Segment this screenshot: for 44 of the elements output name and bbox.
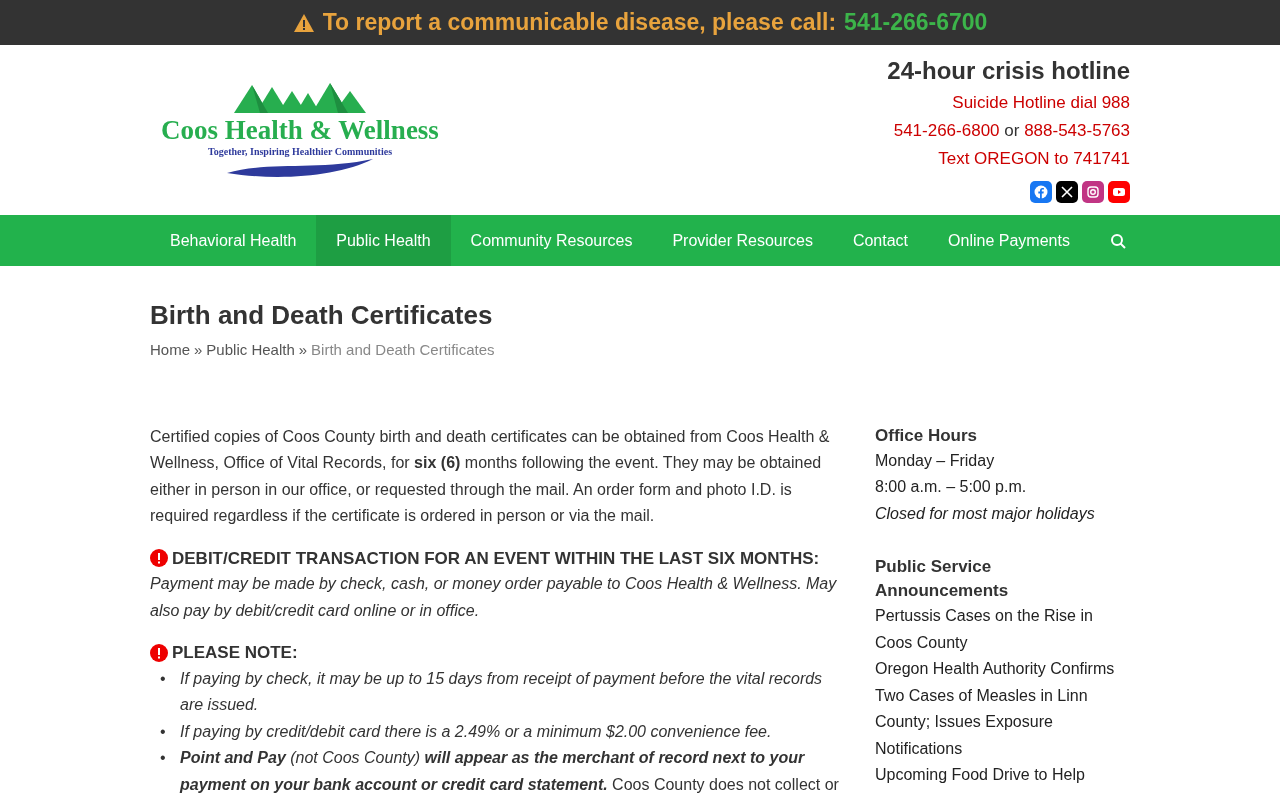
- exclamation-icon: [150, 643, 168, 662]
- logo-tagline: Together, Inspiring Healthier Communities: [207, 145, 393, 159]
- bullet-text: If paying by credit/debit card there is a 2.49% or a minimum $2.00 convenience fee.: [180, 721, 772, 742]
- sidebar-heading: Office Hours: [875, 424, 979, 447]
- bullet-marker: •: [160, 721, 167, 742]
- search-icon: [1109, 232, 1126, 249]
- breadcrumb-link[interactable]: Public Health: [206, 341, 295, 359]
- exclamation-icon: [150, 549, 168, 568]
- hotline-link[interactable]: Text OREGON to 741741: [938, 149, 1130, 168]
- logo-name: Coos Health & Wellness: [161, 117, 439, 144]
- hotline-text: or: [1003, 121, 1021, 140]
- youtube-icon[interactable]: [1108, 181, 1130, 203]
- alert-text: To report a communicable disease, please call:: [322, 8, 837, 38]
- bullet-marker: •: [160, 748, 167, 769]
- hotline-link[interactable]: Suicide Hotline dial 988: [952, 93, 1130, 112]
- phone-link[interactable]: 541-266-6700: [844, 5, 988, 40]
- office-hours-text: 8:00 a.m. – 5:00 p.m.: [875, 477, 1028, 498]
- notice-heading: PLEASE NOTE:: [172, 642, 298, 665]
- sidebar-heading: Public Service Announcements: [875, 556, 1010, 603]
- bullet-marker: •: [160, 668, 167, 689]
- announcement-link[interactable]: Upcoming Food Drive to Help: [875, 762, 1130, 789]
- announcement-link[interactable]: Pertussis Cases on the Rise in Coos County: [875, 603, 1130, 657]
- body-paragraph: Certified copies of Coos County birth and death certificates can be obtained from Coos Health & Wellness, Office of Vital Records, for six (6) months following the event. They may be obtained either in person in our office, or requested through the mail. An order form and photo I.D. is required regardless if the certificate is ordered in person or via the mail.: [150, 426, 831, 527]
- breadcrumb-separator: »: [194, 341, 203, 359]
- page-title: Birth and Death Certificates: [150, 300, 494, 332]
- bullet-text: Point and Pay (not Coos County) will appear as the merchant of record next to your payment on your bank account or credit card statement. Coos County does not collect or: [180, 748, 840, 795]
- bullet-text: If paying by check, it may be up to 15 days from receipt of payment before the vital records are issued.: [180, 668, 824, 716]
- breadcrumb-current: Birth and Death Certificates: [311, 341, 495, 359]
- breadcrumb-separator: »: [298, 341, 308, 359]
- announcement-link[interactable]: Oregon Health Authority Confirms Two Cases of Measles in Linn County; Issues Exposure Notifications: [875, 656, 1130, 763]
- facebook-icon[interactable]: [1030, 181, 1052, 203]
- nav-tab[interactable]: Public Health: [316, 215, 451, 266]
- notice-heading: DEBIT/CREDIT TRANSACTION FOR AN EVENT WITHIN THE LAST SIX MONTHS:: [172, 547, 820, 570]
- instagram-icon[interactable]: [1082, 181, 1104, 203]
- x-icon[interactable]: [1056, 181, 1078, 203]
- notice-text: Payment may be made by check, cash, or money order payable to Coos Health & Wellness. May also pay by debit/credit card online or in office.: [150, 574, 838, 621]
- hotline-link[interactable]: 541-266-6800: [893, 121, 1000, 140]
- office-hours-text: Monday – Friday: [875, 450, 996, 471]
- mountains-logo-icon: [234, 83, 366, 113]
- warning-icon: [292, 12, 315, 33]
- hotline-link[interactable]: 888-543-5763: [1024, 121, 1130, 140]
- breadcrumb-link[interactable]: Home: [150, 341, 190, 359]
- hotline-title: 24-hour crisis hotline: [887, 56, 1130, 86]
- office-hours-text: Closed for most major holidays: [875, 503, 1096, 524]
